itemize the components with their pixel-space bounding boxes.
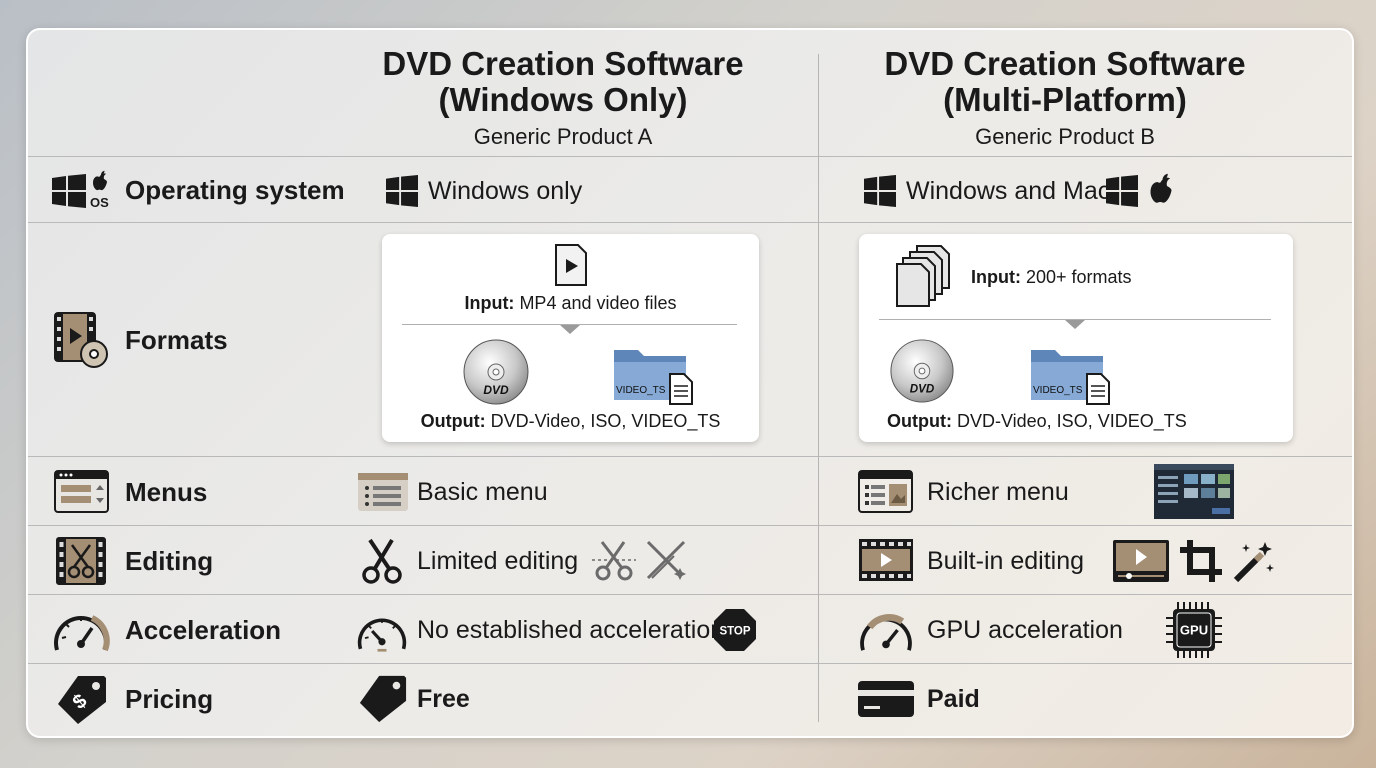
folder-icon: VIDEO_TS	[612, 342, 696, 406]
chevron-down-icon	[1065, 320, 1085, 330]
column-divider	[818, 54, 819, 722]
stop-sign-icon: STOP	[713, 608, 757, 652]
speedometer-icon	[858, 608, 914, 654]
format-output-a: Output: DVD-Video, ISO, VIDEO_TS	[382, 410, 759, 432]
stop-text: STOP	[719, 626, 750, 638]
acceleration-value-a: No established acceleration	[417, 616, 725, 644]
os-value-b: Windows and Mac	[906, 177, 1111, 205]
input-label: Input:	[971, 267, 1021, 287]
crop-icon	[1180, 540, 1222, 582]
folder-icon: VIDEO_TS	[1029, 342, 1113, 406]
magic-wand-icon	[1232, 538, 1276, 584]
row-label-editing: Editing	[125, 546, 214, 576]
gpu-text: GPU	[1180, 623, 1208, 638]
output-value: DVD-Video, ISO, VIDEO_TS	[485, 411, 721, 431]
windows-logo-icon	[864, 175, 896, 207]
film-disc-icon	[54, 312, 110, 370]
row-label-pricing: Pricing	[125, 684, 214, 714]
format-input-a: Input: MP4 and video files	[382, 292, 759, 314]
divider	[28, 525, 1352, 526]
formats-panel-a: Input: MP4 and video files DVD VIDEO_TS …	[382, 234, 759, 442]
dvd-disc-icon: DVD	[462, 338, 530, 406]
rich-menu-icon	[858, 470, 914, 514]
menu-preview-thumbnail	[1154, 464, 1234, 519]
filmstrip-icon	[858, 538, 914, 582]
gpu-chip-icon: GPU	[1164, 600, 1224, 660]
speedometer-icon	[52, 606, 110, 654]
menus-value-a: Basic menu	[417, 478, 548, 506]
column-b-title-line1: DVD Creation Software	[884, 45, 1246, 82]
comparison-card: DVD Creation Software (Windows Only) Gen…	[26, 28, 1354, 738]
windows-logo-icon	[386, 175, 418, 207]
scissors-icon	[592, 540, 636, 582]
divider	[28, 594, 1352, 595]
divider	[28, 156, 1352, 157]
windows-logo-icon	[52, 174, 86, 208]
windows-logo-icon	[1106, 175, 1138, 207]
output-label: Output:	[420, 411, 486, 431]
divider	[28, 663, 1352, 664]
input-value: MP4 and video files	[514, 293, 677, 313]
editing-value-a: Limited editing	[417, 547, 579, 575]
video-player-icon	[1113, 540, 1169, 582]
credit-card-icon	[858, 681, 914, 717]
folder-text: VIDEO_TS	[616, 385, 666, 396]
pricing-value-a: Free	[417, 685, 470, 713]
document-play-icon	[554, 243, 588, 287]
crossed-tools-icon	[644, 538, 688, 582]
speedometer-icon	[356, 608, 408, 654]
output-label: Output:	[887, 411, 952, 431]
acceleration-value-b: GPU acceleration	[927, 616, 1123, 644]
row-label-operating-system: Operating system	[125, 175, 345, 205]
price-tag-icon	[358, 674, 408, 724]
input-label: Input:	[464, 293, 515, 313]
column-a-subtitle: Generic Product A	[473, 124, 653, 149]
column-b-subtitle: Generic Product B	[975, 124, 1155, 149]
formats-panel-b: Input: 200+ formats DVD VIDEO_TS Output:…	[859, 234, 1293, 442]
divider	[28, 456, 1352, 457]
price-tag-icon: $	[56, 674, 108, 726]
dvd-text: DVD	[910, 382, 935, 395]
os-icon-text: OS	[90, 195, 109, 210]
dvd-text: DVD	[483, 383, 509, 397]
dvd-disc-icon: DVD	[889, 338, 955, 404]
folder-text: VIDEO_TS	[1033, 385, 1083, 396]
editing-value-b: Built-in editing	[927, 547, 1085, 575]
os-value-a: Windows only	[428, 177, 583, 205]
input-value: 200+ formats	[1020, 267, 1132, 287]
scissors-icon	[360, 538, 404, 584]
column-a-title-line2: (Windows Only)	[438, 81, 688, 118]
output-value: DVD-Video, ISO, VIDEO_TS	[951, 411, 1187, 431]
menu-list-icon	[358, 473, 408, 511]
divider	[28, 222, 1352, 223]
row-label-acceleration: Acceleration	[125, 615, 282, 645]
menu-window-icon	[54, 470, 110, 514]
row-label-menus: Menus	[125, 477, 208, 507]
column-a-title-line1: DVD Creation Software	[382, 45, 744, 82]
documents-stack-icon	[895, 244, 953, 308]
pricing-value-b: Paid	[927, 685, 980, 713]
row-label-formats: Formats	[125, 325, 228, 355]
format-input-b: Input: 200+ formats	[971, 266, 1132, 288]
menus-value-b: Richer menu	[927, 478, 1069, 506]
apple-logo-icon	[1146, 172, 1176, 206]
chevron-down-icon	[560, 325, 580, 335]
film-scissors-icon	[56, 537, 106, 585]
column-b-title-line2: (Multi-Platform)	[943, 81, 1187, 118]
format-output-b: Output: DVD-Video, ISO, VIDEO_TS	[887, 410, 1187, 432]
apple-logo-icon	[90, 170, 110, 192]
